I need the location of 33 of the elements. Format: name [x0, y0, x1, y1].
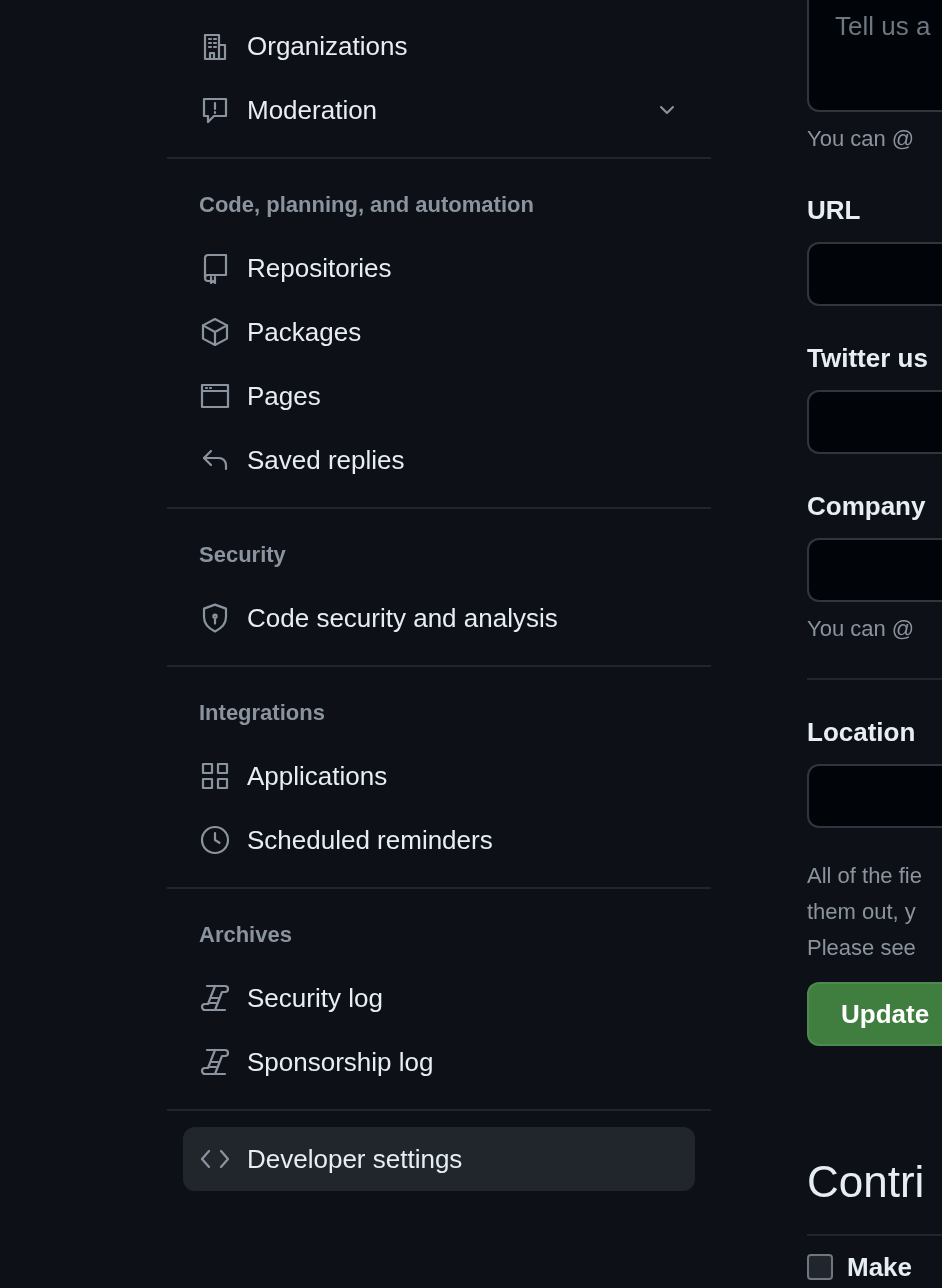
sidebar-item[interactable]: Moderation: [183, 78, 695, 142]
checkbox-label: Make: [847, 1252, 913, 1282]
section-heading: Integrations: [198, 699, 326, 727]
scroll-icon: [199, 982, 231, 1014]
section-title: Contri: [807, 1156, 926, 1208]
update-button[interactable]: Update: [807, 982, 942, 1046]
section-heading: Archives: [198, 921, 293, 949]
sidebar-item[interactable]: Applications: [183, 744, 695, 808]
field-label: Location: [807, 716, 917, 748]
checkbox[interactable]: [807, 1254, 833, 1280]
sidebar-item[interactable]: Saved replies: [183, 428, 695, 492]
grid-icon: [199, 760, 231, 792]
field-label: URL: [807, 194, 862, 226]
section-heading: Code, planning, and automation: [198, 191, 535, 219]
sidebar-item[interactable]: Pages: [183, 364, 695, 428]
sidebar-item[interactable]: Sponsorship log: [183, 1030, 695, 1094]
sidebar-item[interactable]: Developer settings: [183, 1127, 695, 1191]
sidebar-item[interactable]: Scheduled reminders: [183, 808, 695, 872]
cube-icon: [199, 316, 231, 348]
sidebar-item[interactable]: Packages: [183, 300, 695, 364]
scroll-icon: [199, 1046, 231, 1078]
field-label: Company: [807, 490, 927, 522]
info-paragraph: All of the fie them out, y Please see: [807, 862, 923, 962]
help-text: You can @: [807, 125, 916, 153]
help-text: You can @: [807, 615, 916, 643]
bio-field[interactable]: Tell us a: [807, 0, 942, 112]
sidebar-item[interactable]: Security log: [183, 966, 695, 1030]
sidebar-item[interactable]: Code security and analysis: [183, 586, 695, 650]
sidebar-item[interactable]: Repositories: [183, 236, 695, 300]
field-label: Twitter us: [807, 342, 929, 374]
section-heading: Security: [198, 541, 287, 569]
clock-icon: [199, 824, 231, 856]
sidebar-item[interactable]: Organizations: [183, 14, 695, 78]
